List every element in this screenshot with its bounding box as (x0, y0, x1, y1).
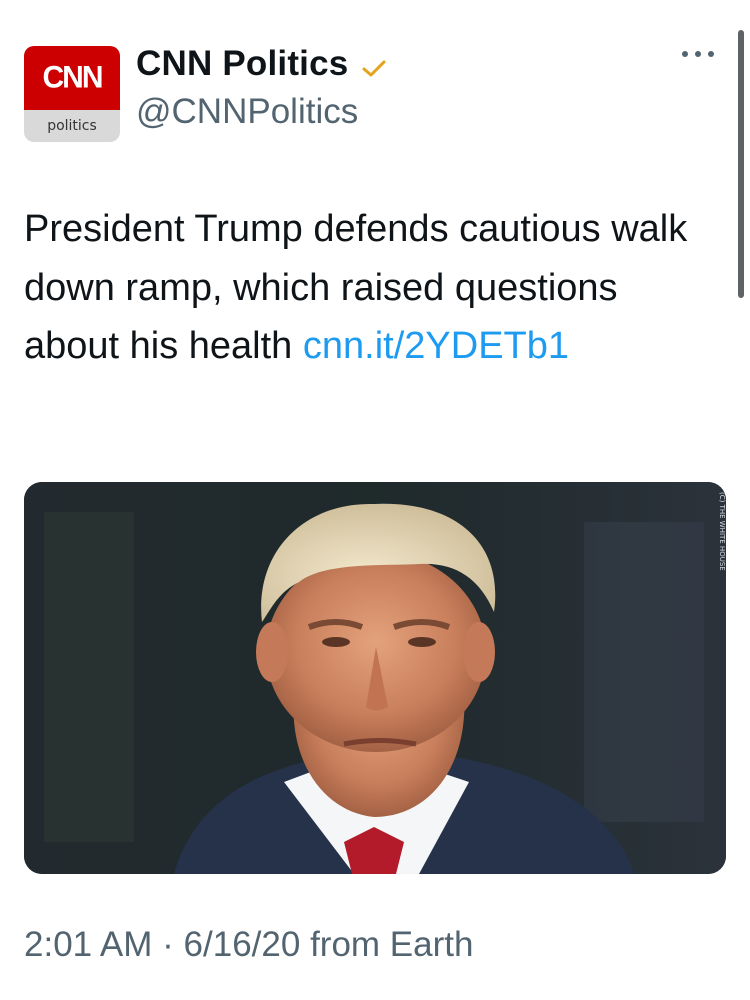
tweet-link[interactable]: cnn.it/​2YDETb1 (303, 325, 569, 367)
tweet-meta: 2:01 AM · 6/16/20 from Earth (24, 925, 473, 965)
more-dots-icon[interactable] (682, 44, 714, 64)
scrollbar[interactable] (738, 30, 744, 298)
dot (682, 51, 688, 57)
cnn-logo: CNN (24, 46, 120, 110)
image-side-text: (C) THE WHITE HOUSE (718, 492, 726, 571)
tweet-photo: (C) THE WHITE HOUSE (24, 482, 726, 874)
account-handle[interactable]: @CNNPolitics (136, 92, 358, 132)
tweet-time[interactable]: 2:01 AM (24, 925, 152, 964)
tweet-date[interactable]: 6/16/20 (184, 925, 301, 964)
dot (695, 51, 701, 57)
account-name-row[interactable]: CNN Politics (136, 44, 386, 84)
avatar-subtitle: politics (47, 118, 97, 134)
account-avatar[interactable]: CNN politics (24, 46, 120, 142)
display-name[interactable]: CNN Politics (136, 44, 348, 84)
tweet-text: President Trump defends cautious walk do… (24, 200, 714, 376)
meta-separator: · (162, 925, 174, 964)
cnn-logo-text: CNN (42, 60, 104, 95)
tweet-source: from Earth (310, 925, 474, 964)
dot (708, 51, 714, 57)
verified-check-icon (362, 60, 386, 77)
tweet-image[interactable]: (C) THE WHITE HOUSE (24, 482, 726, 874)
